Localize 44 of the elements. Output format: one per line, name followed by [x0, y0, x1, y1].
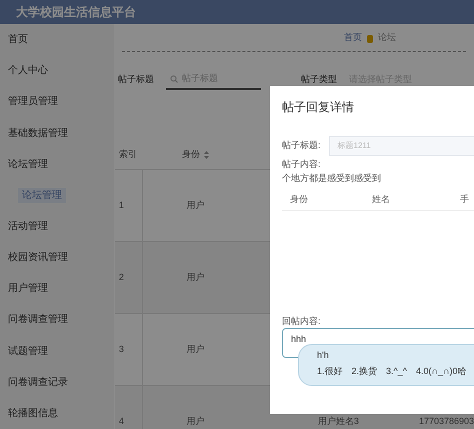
sidebar-item[interactable]: 首页 [0, 24, 114, 56]
table-cell-text: 17703786903 [418, 414, 474, 428]
sidebar-item[interactable]: 问卷调查记录 [0, 366, 114, 398]
breadcrumb-text: 论坛 [378, 30, 396, 44]
table-cell-text: 用户 [185, 270, 206, 284]
field-label: 帖子内容: [282, 158, 322, 171]
sidebar-item[interactable]: 用户管理 [0, 273, 114, 304]
ime-candidate[interactable]: 3.^_^ [386, 364, 407, 378]
table-cell-text: 用户 [185, 198, 206, 212]
field-label: 回帖内容: [282, 314, 322, 328]
table-cell: 2 [114, 242, 143, 313]
sidebar-item[interactable]: 轮播图信息 [0, 398, 114, 429]
column-header: 手 [460, 192, 469, 206]
post-content: 个地方都是感受到感受到 [282, 172, 382, 184]
ime-candidate[interactable]: 4.0(∩_∩)0哈 [416, 364, 466, 378]
app-title: 大学校园生活信息平台 [16, 4, 136, 21]
table-cell: 1 [114, 170, 143, 241]
dialog-title: 帖子回复详情 [282, 99, 355, 116]
column-header: 姓名 [371, 192, 391, 206]
sidebar-item[interactable]: 活动管理 [0, 210, 114, 242]
sidebar-item[interactable]: 基础数据管理 [0, 117, 114, 149]
ime-candidate[interactable]: 1.很好 [317, 364, 343, 378]
sidebar-subitem[interactable]: 论坛管理 [18, 188, 66, 203]
table-cell: 4 [114, 386, 143, 429]
table-cell-text: 用户 [185, 342, 206, 356]
field-label: 帖子标题: [282, 139, 321, 152]
column-header: 索引 [118, 148, 138, 161]
table-cell: 3 [114, 314, 143, 385]
sidebar-item[interactable]: 校园资讯管理 [0, 242, 114, 274]
sidebar-item[interactable]: 问卷调查管理 [0, 304, 114, 336]
search-icon [170, 75, 178, 83]
sort-icon[interactable] [204, 150, 209, 158]
table-cell-text: 用户姓名3 [318, 414, 359, 428]
field-label: 帖子标题 [118, 73, 154, 86]
sidebar-item[interactable]: 论坛管理 [0, 148, 114, 180]
column-header[interactable]: 身份 [182, 148, 200, 162]
field-label: 帖子类型 [300, 73, 337, 86]
breadcrumb-link[interactable]: 首页 [344, 30, 362, 44]
sidebar-item[interactable]: 试题管理 [0, 336, 114, 367]
column-header: 身份 [289, 192, 309, 206]
table-cell-text: 用户 [185, 414, 206, 428]
sidebar-item[interactable]: 个人中心 [0, 55, 114, 86]
sidebar-item[interactable]: 管理员管理 [0, 86, 114, 118]
ime-candidate[interactable]: 2.换货 [352, 364, 378, 378]
